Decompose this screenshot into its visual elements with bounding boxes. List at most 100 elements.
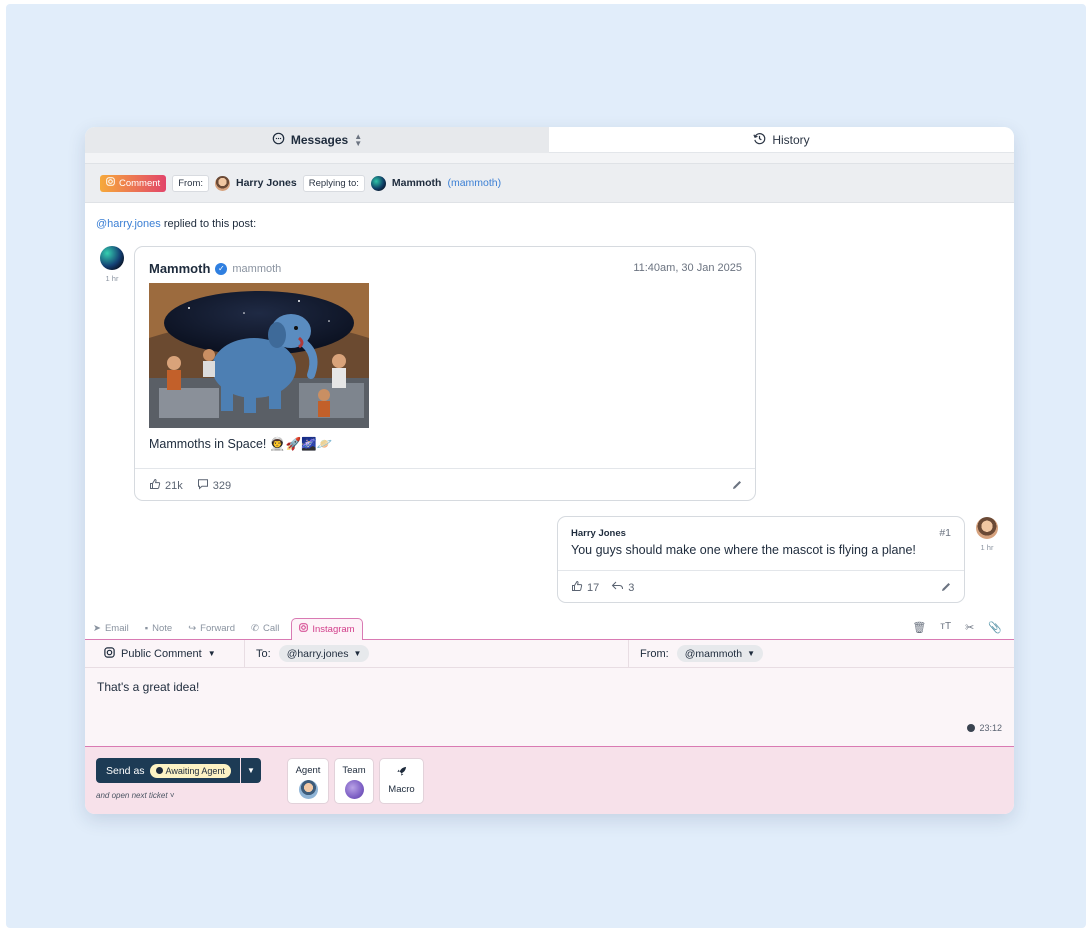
clock-icon — [155, 767, 163, 774]
tab-call-label: Call — [262, 623, 280, 634]
send-icon: ➤ — [93, 623, 101, 634]
reply-shares-stat[interactable]: 3 — [611, 580, 634, 595]
rocket-icon — [396, 766, 407, 780]
from-handle-value: @mammoth — [684, 647, 743, 660]
send-label: Send as — [106, 764, 145, 777]
clock-icon — [967, 724, 976, 732]
paperclip-icon[interactable]: 📎 — [988, 621, 1002, 634]
reply-context-text: replied to this post: — [160, 218, 257, 230]
reply-shares-count: 3 — [628, 581, 635, 594]
instagram-icon — [104, 646, 115, 661]
post-stats: 21k 329 — [135, 468, 755, 500]
chevron-down-icon: ▼ — [747, 649, 755, 658]
status-label: Awaiting Agent — [165, 765, 225, 776]
chevron-down-icon: ▼ — [353, 649, 362, 658]
comment-type-badge: Comment — [100, 174, 167, 192]
timer: 23:12 — [967, 723, 1002, 733]
tab-email-label: Email — [104, 623, 129, 634]
pencil-icon[interactable] — [940, 581, 952, 596]
chat-bubble-icon — [272, 132, 285, 148]
reply-arrow-icon — [611, 580, 624, 595]
trash-icon[interactable]: 🗑 — [912, 621, 926, 634]
tab-forward[interactable]: ↪ Forward — [188, 623, 235, 634]
to-handle-value: @harry.jones — [286, 647, 349, 660]
macro-button[interactable]: Macro — [379, 758, 424, 804]
avatar — [215, 175, 230, 191]
avatar — [370, 175, 386, 191]
post-date: 11:40am, 30 Jan 2025 — [633, 262, 742, 274]
ticket-panel: Messages ▲ ▼ History Comment From: Harry … — [85, 127, 1014, 814]
phone-icon: ✆ — [251, 623, 259, 634]
reply-number: #1 — [939, 527, 951, 539]
comment-type-select[interactable]: Public Comment ▼ — [85, 639, 245, 668]
to-handle-select[interactable]: @harry.jones ▼ — [278, 645, 370, 662]
composer-fields: Public Comment ▼ To: @harry.jones ▼ From… — [85, 639, 1014, 668]
reply-time-ago: 1 hr — [980, 543, 994, 552]
tab-instagram[interactable]: Instagram — [291, 617, 363, 640]
tab-messages-label: Messages — [290, 133, 349, 147]
chevron-down-icon: ▼ — [207, 649, 216, 658]
thumbs-up-icon — [571, 580, 583, 595]
post-image[interactable] — [149, 283, 369, 428]
tab-call[interactable]: ✆ Call — [251, 623, 279, 634]
replying-name[interactable]: Mammoth — [392, 177, 442, 189]
likes-stat[interactable]: 21k — [149, 478, 183, 493]
message-input[interactable]: That's a great idea! — [97, 680, 199, 694]
comment-icon — [197, 478, 209, 493]
tab-history[interactable]: History — [549, 127, 1014, 153]
conversation-header: Comment From: Harry Jones Replying to: M… — [85, 163, 1014, 203]
tab-divider — [85, 153, 1014, 163]
to-label: To: — [256, 647, 271, 660]
thumbs-up-icon — [149, 478, 161, 493]
likes-count: 21k — [165, 479, 183, 492]
send-button[interactable]: Send as Awaiting Agent — [96, 758, 240, 783]
comments-stat[interactable]: 329 — [197, 478, 231, 493]
tab-note[interactable]: ▪ Note — [145, 623, 172, 634]
text-format-icon[interactable]: ᴛT — [940, 621, 951, 634]
post-text: Mammoths in Space! 👨‍🚀🚀🌌🪐 — [149, 437, 333, 451]
replying-to-label: Replying to: — [302, 174, 365, 192]
reply-likes-stat[interactable]: 17 — [571, 580, 599, 595]
avatar — [298, 780, 318, 799]
history-clock-icon — [753, 132, 766, 148]
verified-icon: ✓ — [215, 262, 228, 275]
post-handle[interactable]: mammoth — [232, 263, 281, 275]
from-label: From: — [172, 174, 209, 192]
note-icon: ▪ — [144, 623, 149, 634]
from-field: From: @mammoth ▼ — [629, 640, 1014, 668]
avatar[interactable] — [976, 517, 998, 539]
forward-icon: ↪ — [188, 623, 197, 634]
post-header: Mammoth ✓ mammoth — [149, 261, 281, 276]
mention-link[interactable]: @harry.jones — [96, 218, 161, 230]
comment-type-value: Public Comment — [121, 647, 202, 660]
post-author[interactable]: Mammoth — [149, 261, 210, 276]
assign-agent-button[interactable]: Agent — [287, 758, 329, 804]
open-next-ticket-toggle[interactable]: and open next ticket ˅ — [96, 791, 175, 800]
reply-author[interactable]: Harry Jones — [571, 528, 626, 539]
scissors-icon[interactable]: ✂ — [965, 621, 974, 634]
reply-stats: 17 3 — [558, 570, 964, 602]
assign-team-button[interactable]: Team — [334, 758, 374, 804]
comment-type-label: Comment — [119, 177, 161, 189]
pencil-icon[interactable] — [731, 479, 743, 494]
macro-label: Macro — [388, 784, 415, 795]
avatar[interactable] — [100, 246, 124, 270]
original-post: Mammoth ✓ mammoth 11:40am, 30 Jan 2025 M… — [134, 246, 756, 501]
sort-icon: ▲ ▼ — [354, 132, 363, 148]
composer-footer: Send as Awaiting Agent ▼ and open next t… — [85, 746, 1014, 814]
tab-instagram-label: Instagram — [312, 623, 355, 635]
send-options-dropdown[interactable]: ▼ — [240, 758, 261, 783]
avatar — [344, 780, 364, 799]
from-field-label: From: — [640, 647, 669, 660]
tab-messages[interactable]: Messages ▲ ▼ — [85, 127, 549, 153]
team-label: Team — [342, 765, 366, 776]
tab-history-label: History — [772, 132, 810, 147]
from-handle-select[interactable]: @mammoth ▼ — [676, 645, 763, 662]
from-name[interactable]: Harry Jones — [236, 177, 297, 189]
replying-handle[interactable]: (mammoth) — [447, 177, 501, 189]
timer-value: 23:12 — [979, 723, 1002, 733]
reply-likes-count: 17 — [587, 581, 600, 594]
post-time-ago: 1 hr — [105, 274, 119, 283]
view-tabs: Messages ▲ ▼ History — [85, 127, 1014, 153]
tab-email[interactable]: ➤ Email — [93, 623, 129, 634]
